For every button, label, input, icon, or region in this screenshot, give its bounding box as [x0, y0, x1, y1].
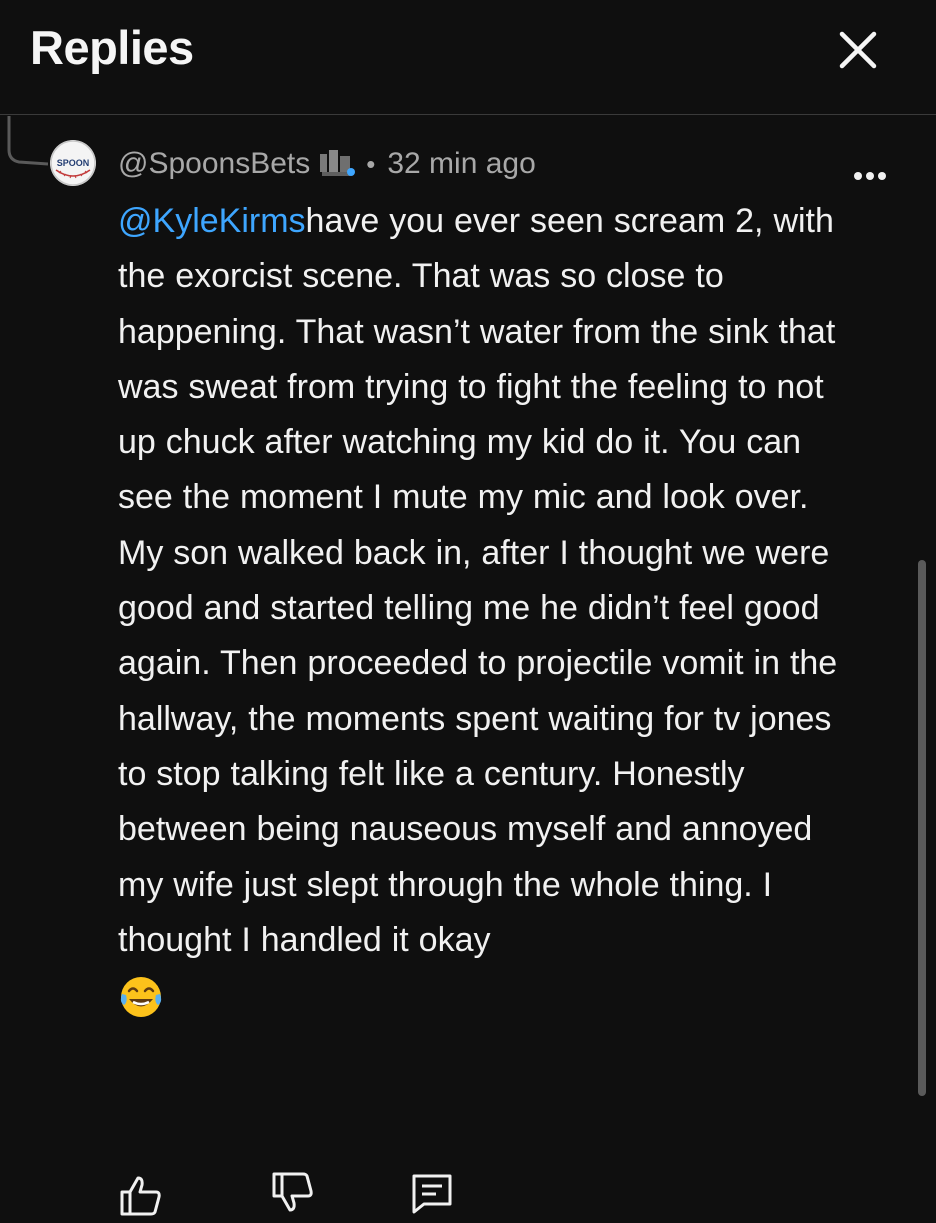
reply-button[interactable]	[408, 1170, 456, 1218]
user-mention-link[interactable]: @KyleKirms	[118, 202, 306, 240]
channel-badge-icon	[320, 150, 356, 176]
thumbs-up-icon	[120, 1176, 161, 1216]
page-title: Replies	[30, 21, 194, 74]
thread-connector-line	[7, 116, 48, 166]
close-button[interactable]	[834, 26, 882, 74]
like-button[interactable]	[116, 1170, 164, 1218]
reply-comment-icon	[412, 1174, 452, 1214]
more-options-button[interactable]	[848, 164, 892, 188]
dislike-button[interactable]	[268, 1170, 316, 1218]
spoon-logo-avatar: SPOON	[50, 140, 96, 186]
reply-meta: @SpoonsBets • 32 min ago	[118, 144, 536, 184]
meta-separator: •	[366, 148, 376, 179]
reply-body: have you ever seen scream 2, with the ex…	[118, 202, 838, 959]
laughing-emoji-icon	[120, 977, 162, 1018]
close-icon	[839, 31, 877, 69]
replies-header: Replies	[0, 0, 936, 115]
more-options-icon	[854, 172, 886, 180]
author-handle[interactable]: @SpoonsBets	[118, 147, 310, 181]
scrollbar[interactable]	[918, 560, 926, 1096]
reply-actions	[0, 1160, 936, 1216]
thumbs-down-icon	[272, 1172, 313, 1212]
avatar[interactable]: SPOON	[50, 140, 96, 186]
reply-text: @KyleKirmshave you ever seen scream 2, w…	[118, 194, 858, 1020]
svg-text:SPOON: SPOON	[57, 158, 90, 168]
timestamp: 32 min ago	[387, 147, 536, 180]
